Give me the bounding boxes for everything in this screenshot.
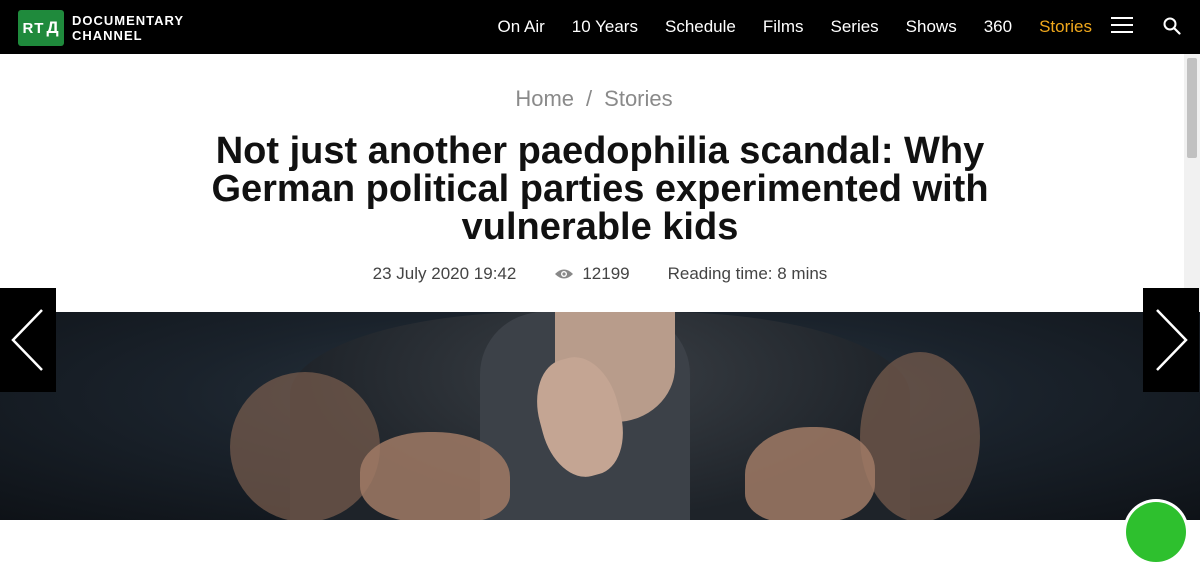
rtd-logo[interactable]: RT Д DOCUMENTARY CHANNEL xyxy=(18,10,184,46)
breadcrumb-stories[interactable]: Stories xyxy=(604,86,672,111)
scrollbar-thumb[interactable] xyxy=(1187,58,1197,158)
reading-time: Reading time: 8 mins xyxy=(667,264,828,283)
top-navigation-bar: RT Д DOCUMENTARY CHANNEL On Air 10 Years … xyxy=(0,0,1200,54)
article-meta: 23 July 2020 19:42 12199 Reading time: 8… xyxy=(0,264,1200,284)
logo-line-documentary: DOCUMENTARY xyxy=(72,13,185,28)
logo-badge-rt: RT xyxy=(22,19,45,37)
nav-series[interactable]: Series xyxy=(830,17,878,37)
logo-badge-d: Д xyxy=(46,18,60,37)
nav-films[interactable]: Films xyxy=(763,17,804,37)
search-icon[interactable] xyxy=(1163,17,1181,35)
main-nav: On Air 10 Years Schedule Films Series Sh… xyxy=(471,0,1092,54)
nav-schedule[interactable]: Schedule xyxy=(665,17,736,37)
prev-article-button[interactable] xyxy=(0,288,56,392)
logo-text: DOCUMENTARY CHANNEL xyxy=(72,13,184,43)
breadcrumb-home[interactable]: Home xyxy=(515,86,574,111)
logo-badge: RT Д xyxy=(18,10,64,46)
nav-on-air[interactable]: On Air xyxy=(498,17,545,37)
logo-line-channel: CHANNEL xyxy=(72,28,143,43)
breadcrumb: Home / Stories xyxy=(0,86,1188,112)
views-count: 12199 xyxy=(582,264,630,283)
chevron-left-icon xyxy=(11,309,43,371)
hamburger-menu-icon[interactable] xyxy=(1111,17,1133,35)
nav-stories[interactable]: Stories xyxy=(1039,17,1092,37)
hero-image xyxy=(0,312,1200,520)
chevron-right-icon xyxy=(1156,309,1188,371)
article-title: Not just another paedophilia scandal: Wh… xyxy=(211,130,989,248)
nav-10-years[interactable]: 10 Years xyxy=(572,17,638,37)
breadcrumb-separator: / xyxy=(586,86,593,111)
nav-shows[interactable]: Shows xyxy=(906,17,957,37)
article-date: 23 July 2020 19:42 xyxy=(372,264,517,283)
eye-icon xyxy=(555,269,574,279)
floating-action-button[interactable] xyxy=(1126,502,1186,562)
next-article-button[interactable] xyxy=(1143,288,1199,392)
nav-360[interactable]: 360 xyxy=(984,17,1012,37)
article-views: 12199 xyxy=(554,264,630,284)
